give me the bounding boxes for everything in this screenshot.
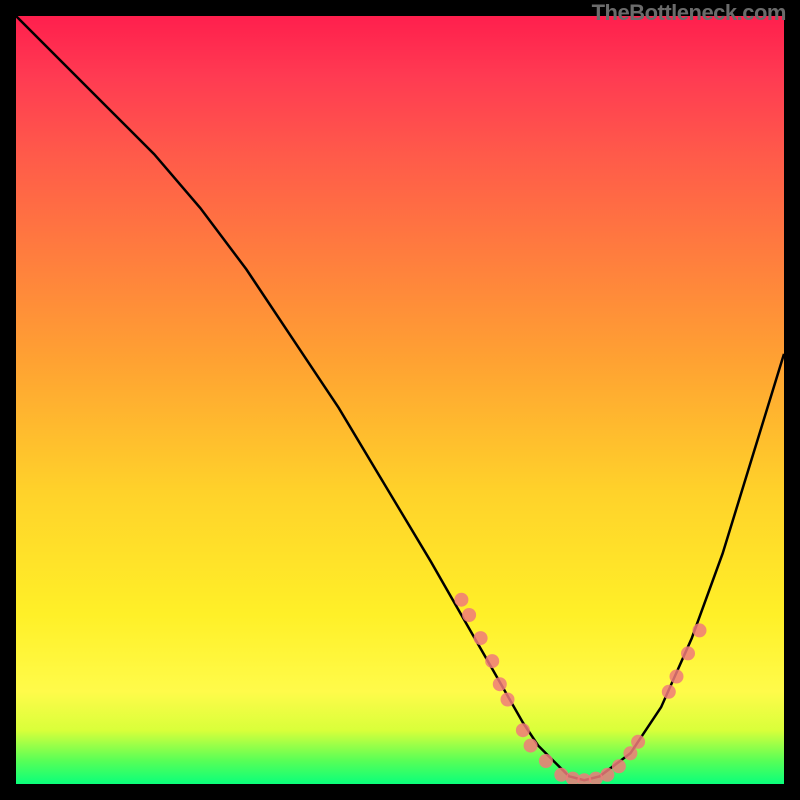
gradient-plot-area [16, 16, 784, 784]
chart-frame [16, 16, 784, 784]
